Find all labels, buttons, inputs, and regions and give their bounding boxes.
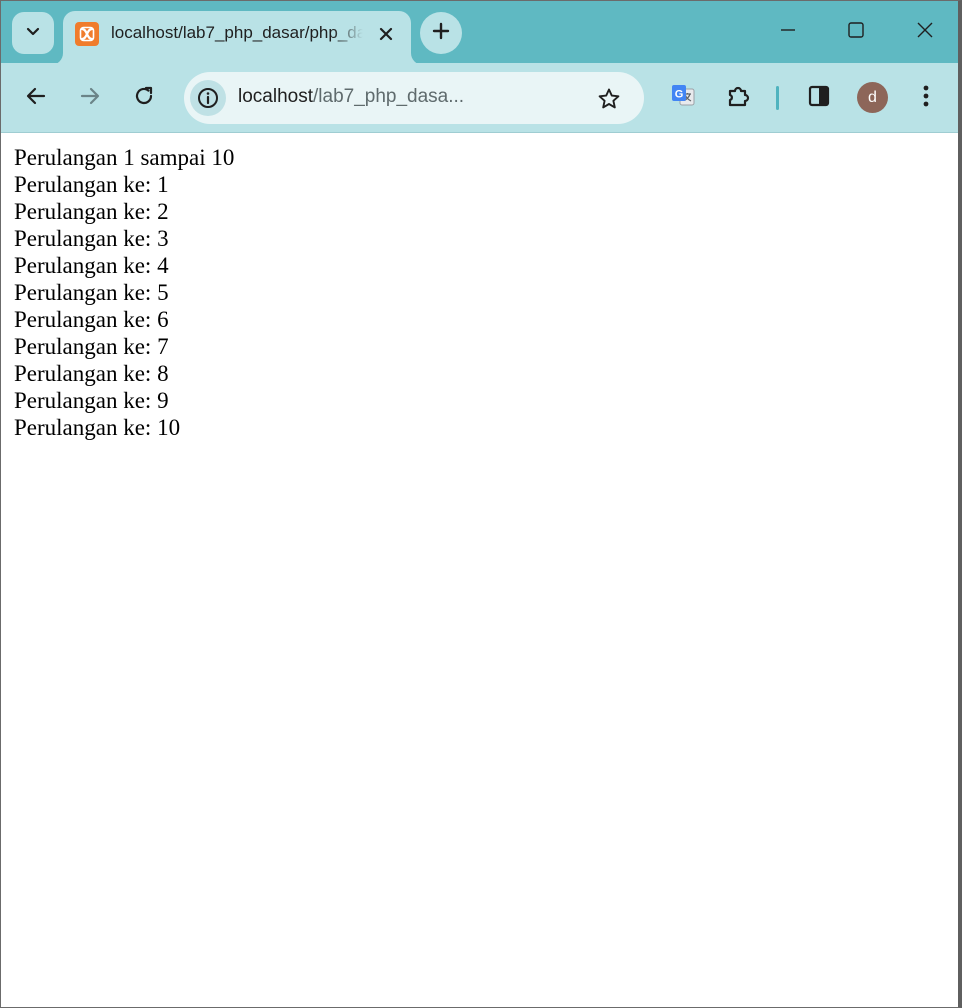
google-translate-icon: G bbox=[670, 83, 696, 114]
forward-button[interactable] bbox=[70, 78, 110, 118]
side-panel-icon bbox=[807, 84, 831, 113]
puzzle-piece-icon bbox=[726, 83, 752, 114]
loop-line: Perulangan ke: 7 bbox=[14, 334, 169, 359]
address-bar[interactable]: localhost/lab7_php_dasa... bbox=[184, 72, 644, 124]
maximize-icon bbox=[847, 21, 865, 44]
side-panel-button[interactable] bbox=[799, 78, 839, 118]
loop-line: Perulangan ke: 9 bbox=[14, 388, 169, 413]
tab-strip: localhost/lab7_php_dasar/php_dasar bbox=[1, 1, 958, 65]
url-path: /lab7_php_dasa... bbox=[313, 86, 465, 107]
page-content: Perulangan 1 sampai 10 Perulangan ke: 1 … bbox=[14, 144, 234, 441]
tab-title: localhost/lab7_php_dasar/php_dasar bbox=[111, 23, 363, 42]
loop-line: Perulangan ke: 1 bbox=[14, 172, 169, 197]
page-heading: Perulangan 1 sampai 10 bbox=[14, 145, 235, 170]
loop-line: Perulangan ke: 8 bbox=[14, 361, 169, 386]
browser-toolbar: localhost/lab7_php_dasa... G d bbox=[1, 63, 958, 133]
extensions-button[interactable] bbox=[719, 78, 759, 118]
loop-line: Perulangan ke: 6 bbox=[14, 307, 169, 332]
minimize-icon bbox=[779, 21, 797, 44]
browser-window: localhost/lab7_php_dasar/php_dasar local… bbox=[0, 0, 962, 1008]
page-viewport: Perulangan 1 sampai 10 Perulangan ke: 1 … bbox=[1, 134, 958, 1007]
loop-line: Perulangan ke: 4 bbox=[14, 253, 169, 278]
xampp-icon bbox=[75, 22, 99, 46]
loop-line: Perulangan ke: 2 bbox=[14, 199, 169, 224]
arrow-left-icon bbox=[25, 85, 47, 112]
toolbar-divider bbox=[776, 86, 779, 110]
menu-button[interactable] bbox=[906, 78, 946, 118]
new-tab-button[interactable] bbox=[420, 12, 462, 54]
reload-button[interactable] bbox=[124, 78, 164, 118]
loop-line: Perulangan ke: 10 bbox=[14, 415, 181, 440]
reload-icon bbox=[133, 85, 155, 112]
close-icon bbox=[916, 21, 934, 44]
more-vert-icon bbox=[922, 84, 930, 113]
svg-text:G: G bbox=[675, 88, 684, 100]
url-host: localhost bbox=[238, 86, 313, 107]
chevron-down-icon bbox=[25, 23, 41, 44]
tab-search-button[interactable] bbox=[12, 12, 54, 54]
bookmark-star-icon[interactable] bbox=[594, 84, 624, 114]
active-tab[interactable]: localhost/lab7_php_dasar/php_dasar bbox=[63, 11, 411, 65]
arrow-right-icon bbox=[79, 85, 101, 112]
minimize-button[interactable] bbox=[765, 9, 811, 55]
loop-line: Perulangan ke: 3 bbox=[14, 226, 169, 251]
site-info-icon[interactable] bbox=[190, 80, 226, 116]
translate-button[interactable]: G bbox=[663, 78, 703, 118]
profile-avatar[interactable]: d bbox=[857, 82, 888, 113]
maximize-button[interactable] bbox=[833, 9, 879, 55]
plus-icon bbox=[432, 22, 450, 45]
close-tab-icon[interactable] bbox=[375, 23, 397, 45]
loop-line: Perulangan ke: 5 bbox=[14, 280, 169, 305]
url-text[interactable]: localhost/lab7_php_dasa... bbox=[238, 86, 588, 110]
back-button[interactable] bbox=[16, 78, 56, 118]
close-window-button[interactable] bbox=[902, 9, 948, 55]
